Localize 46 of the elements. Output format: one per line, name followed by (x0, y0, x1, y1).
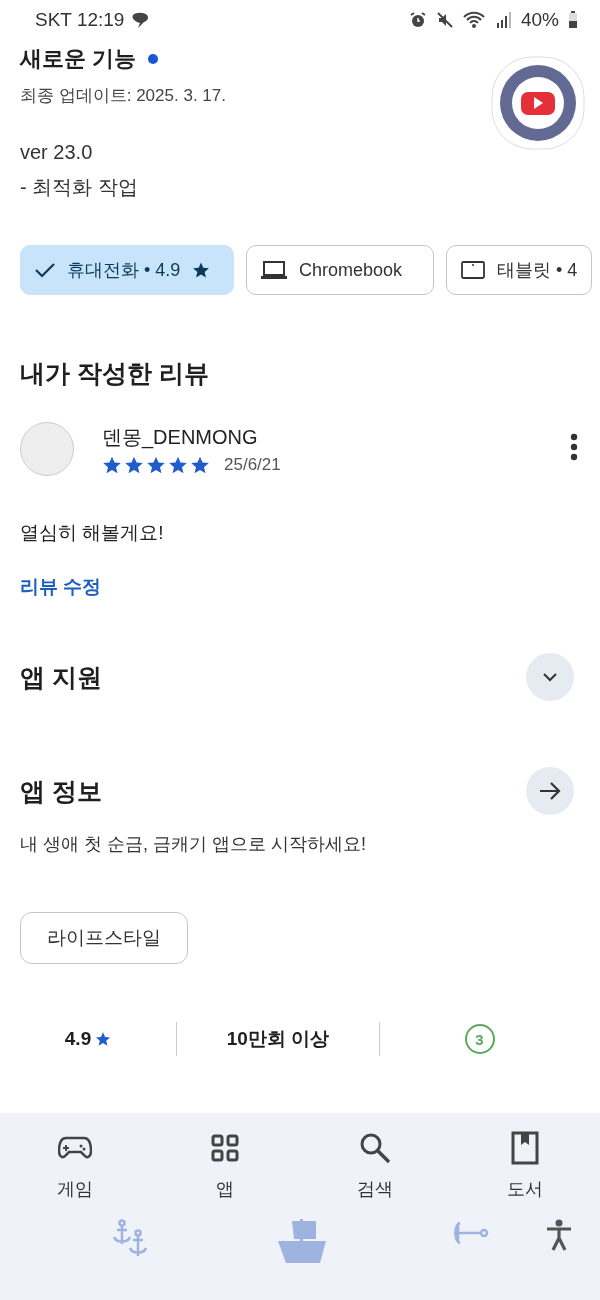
signal-icon (495, 11, 512, 29)
app-description: 내 생애 첫 순금, 금캐기 앱으로 시작하세요! (20, 833, 367, 856)
download-count: 10만회 이상 (226, 1027, 330, 1051)
device-filter-chip[interactable]: 휴대전화 • 4.9 (20, 245, 234, 295)
tablet-icon (461, 261, 485, 279)
nav-tab[interactable]: 게임 (0, 1131, 150, 1201)
review-date: 25/6/21 (224, 454, 281, 475)
new-indicator-dot (148, 54, 159, 64)
release-note: - 최적화 작업 (20, 175, 139, 200)
laptop-icon (261, 260, 287, 280)
gamepad-icon (58, 1135, 92, 1161)
check-icon (35, 262, 55, 278)
device-filter-chip[interactable]: Chromebook (246, 245, 434, 295)
edit-review-link[interactable]: 리뷰 수정 (20, 574, 102, 600)
device-filter-chip[interactable]: 태블릿 • 4 (446, 245, 593, 295)
avatar (20, 422, 74, 476)
content-rating-badge: 3 (464, 1024, 495, 1054)
rating-value: 4.9 (64, 1028, 92, 1050)
chevron-down-icon (542, 672, 558, 682)
more-options-icon (570, 433, 578, 461)
nav-tab[interactable]: 앱 (150, 1131, 300, 1201)
battery-percent: 40% (520, 9, 559, 31)
book-icon (511, 1131, 539, 1165)
nav-tab[interactable]: 검색 (300, 1131, 450, 1201)
update-date: 최종 업데이트: 2025. 3. 17. (20, 85, 227, 107)
star-icon (95, 1031, 112, 1047)
section-title: 새로운 기능 (20, 45, 137, 73)
battery-icon (568, 11, 578, 29)
section-title: 앱 정보 (20, 775, 102, 807)
alarm-icon (408, 11, 427, 29)
grid-icon (211, 1134, 239, 1162)
review-text: 열심히 해볼게요! (20, 521, 165, 545)
wifi-icon (462, 11, 487, 29)
search-icon (359, 1132, 391, 1164)
review-author: 덴몽_DENMONG (102, 424, 259, 451)
ship-icon (278, 1219, 326, 1265)
mute-icon (435, 11, 454, 29)
carrier-time: SKT 12:19 (35, 9, 125, 31)
accessibility-icon (546, 1219, 572, 1251)
nav-tab[interactable]: 도서 (450, 1131, 600, 1201)
release-note: ver 23.0 (20, 141, 94, 164)
arrow-right-icon (539, 781, 561, 801)
forward-button[interactable] (526, 767, 574, 815)
section-title: 앱 지원 (20, 661, 102, 693)
category-chip[interactable]: 라이프스타일 (20, 912, 188, 964)
section-title: 내가 작성한 리뷰 (20, 358, 210, 389)
